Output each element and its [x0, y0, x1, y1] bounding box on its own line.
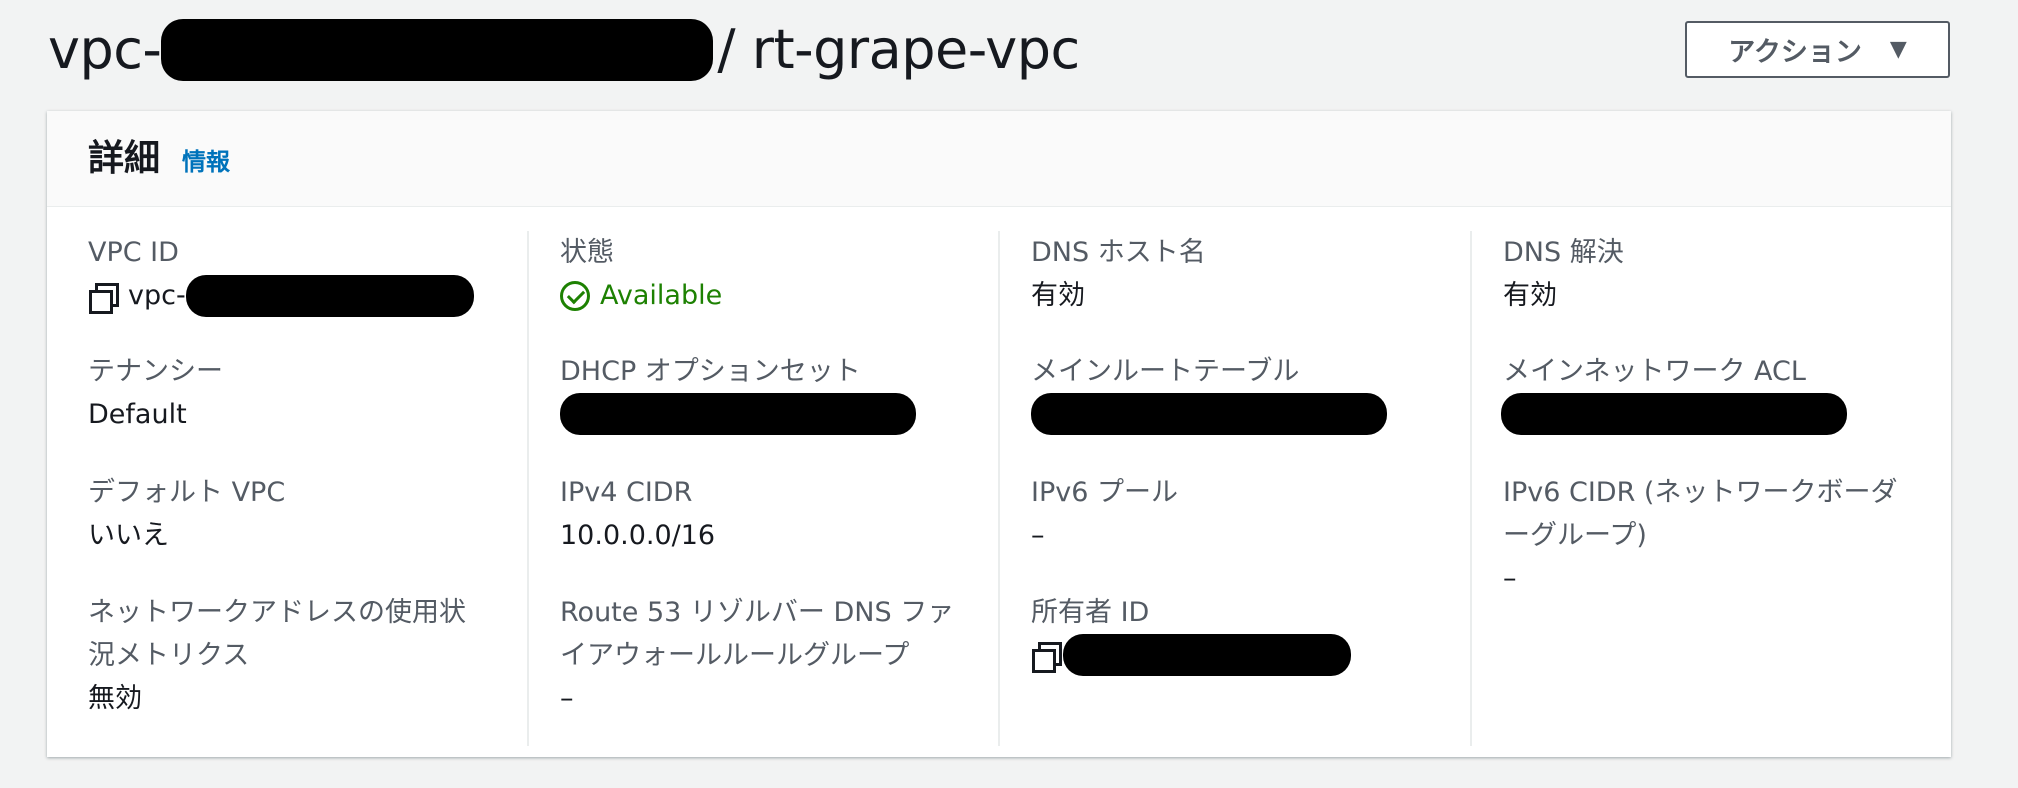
field-label: デフォルト VPC — [88, 477, 286, 508]
field-value: – — [560, 683, 574, 714]
field-label: VPC ID — [88, 237, 179, 268]
field-label-line-2: ーグループ) — [1503, 520, 1647, 551]
redacted-value — [1501, 393, 1847, 435]
redacted-vpc-id — [161, 19, 714, 81]
field-dns-resolution: DNS 解決 有効 — [1503, 231, 1923, 317]
field-label-line-2: イアウォールルールグループ — [560, 640, 910, 671]
caret-down-icon: ▼ — [1889, 37, 1907, 62]
field-main-route-table: メインルートテーブル — [1031, 350, 1451, 435]
field-label-line-1: Route 53 リゾルバー DNS ファ — [560, 597, 955, 628]
field-label: DHCP オプションセット — [560, 356, 861, 387]
field-label: IPv6 プール — [1031, 477, 1178, 508]
field-value: – — [1031, 520, 1045, 551]
field-value: いいえ — [88, 520, 169, 551]
redacted-value — [185, 274, 474, 317]
details-column-4: DNS 解決 有効 メインネットワーク ACL IPv6 CIDR (ネットワー… — [1470, 231, 1940, 746]
field-route53-resolver-dns-firewall: Route 53 リゾルバー DNS ファ イアウォールルールグループ – — [560, 591, 980, 720]
field-label-line-1: ネットワークアドレスの使用状 — [88, 597, 466, 628]
field-dns-hostnames: DNS ホスト名 有効 — [1031, 231, 1451, 317]
details-title: 詳細 — [88, 138, 161, 179]
redacted-value — [1031, 393, 1387, 435]
page-title-prefix: vpc- — [48, 18, 162, 81]
field-value: 有効 — [1503, 280, 1557, 311]
field-default-vpc: デフォルト VPC いいえ — [88, 471, 508, 557]
details-panel: 詳細 情報 VPC ID vpc- テナンシー Default デフォルト VP… — [47, 111, 1951, 757]
field-label-line-2: 況メトリクス — [88, 640, 250, 671]
details-panel-header: 詳細 情報 — [47, 111, 1951, 207]
field-label: テナンシー — [88, 356, 223, 387]
field-label: 所有者 ID — [1031, 597, 1150, 628]
details-column-3: DNS ホスト名 有効 メインルートテーブル IPv6 プール – 所有者 ID — [998, 231, 1468, 746]
info-link[interactable]: 情報 — [182, 142, 230, 177]
actions-button-label: アクション — [1728, 37, 1862, 68]
details-columns: VPC ID vpc- テナンシー Default デフォルト VPC いいえ … — [47, 207, 1951, 757]
check-circle-icon — [560, 280, 590, 311]
field-state: 状態 Available — [560, 231, 980, 317]
field-value — [1031, 634, 1451, 676]
redacted-value — [1063, 634, 1351, 676]
field-value: 有効 — [1031, 280, 1085, 311]
field-vpc-id: VPC ID vpc- — [88, 231, 508, 317]
field-label: DNS 解決 — [1503, 237, 1624, 268]
details-column-2: 状態 Available DHCP オプションセット IPv4 CIDR 10.… — [527, 231, 997, 746]
field-value: Default — [88, 399, 187, 430]
page-title-suffix: / rt-grape-vpc — [717, 18, 1080, 81]
field-main-network-acl: メインネットワーク ACL — [1501, 350, 1921, 435]
copy-icon[interactable] — [88, 282, 119, 314]
field-label-line-1: IPv6 CIDR (ネットワークボーダ — [1503, 477, 1898, 508]
field-ipv4-cidr: IPv4 CIDR 10.0.0.0/16 — [560, 471, 980, 557]
details-column-1: VPC ID vpc- テナンシー Default デフォルト VPC いいえ … — [88, 231, 558, 746]
field-tenancy: テナンシー Default — [88, 350, 508, 436]
field-ipv6-cidr: IPv6 CIDR (ネットワークボーダ ーグループ) – — [1503, 471, 1923, 600]
field-value — [1501, 393, 1921, 435]
copy-icon[interactable] — [1031, 641, 1062, 673]
field-value: vpc- — [88, 274, 508, 317]
field-label: IPv4 CIDR — [560, 477, 693, 508]
field-dhcp-options: DHCP オプションセット — [560, 350, 980, 435]
field-value: 無効 — [88, 683, 142, 714]
field-value — [1031, 393, 1451, 435]
field-label: 状態 — [560, 237, 614, 268]
field-label: DNS ホスト名 — [1031, 237, 1206, 268]
status-text: Available — [600, 280, 723, 311]
field-network-address-usage-metrics: ネットワークアドレスの使用状 況メトリクス 無効 — [88, 591, 508, 720]
status-value: Available — [560, 274, 980, 317]
field-owner-id: 所有者 ID — [1031, 591, 1451, 676]
actions-button[interactable]: アクション ▼ — [1685, 21, 1950, 78]
redacted-value — [560, 393, 916, 435]
field-ipv6-pool: IPv6 プール – — [1031, 471, 1451, 557]
field-value: 10.0.0.0/16 — [560, 520, 716, 551]
field-value: – — [1503, 563, 1517, 594]
field-value — [560, 393, 980, 435]
page-title: vpc- / rt-grape-vpc — [48, 14, 1080, 86]
field-label: メインルートテーブル — [1031, 356, 1300, 387]
field-label: メインネットワーク ACL — [1503, 356, 1806, 387]
vpc-id-prefix: vpc- — [128, 280, 186, 311]
